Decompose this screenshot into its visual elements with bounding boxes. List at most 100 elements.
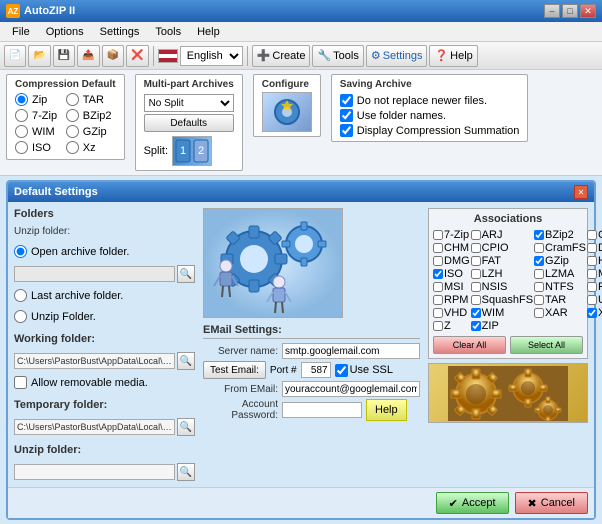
accept-button[interactable]: ✔ Accept	[436, 492, 509, 514]
menu-settings[interactable]: Settings	[92, 24, 148, 40]
assoc-item-squashfs: SquashFS	[471, 294, 533, 306]
temp-label: Temporary folder:	[14, 399, 195, 411]
app-title: AutoZIP II	[24, 5, 75, 17]
dialog-close-button[interactable]: ✕	[574, 185, 588, 199]
associations-buttons: Clear All Select All	[433, 336, 583, 354]
tools-button[interactable]: 🔧 Tools	[312, 45, 363, 67]
assoc-label-iso: ISO	[444, 268, 463, 280]
split-select[interactable]: No Split	[144, 94, 234, 112]
from-input[interactable]	[282, 381, 420, 397]
unzip-browse[interactable]: 🔍	[177, 463, 195, 481]
assoc-checkbox-deb[interactable]	[587, 243, 597, 253]
assoc-checkbox-z[interactable]	[433, 321, 443, 331]
assoc-checkbox-msi[interactable]	[433, 282, 443, 292]
working-path-input[interactable]	[14, 353, 175, 369]
assoc-label-udf: UDF	[598, 294, 602, 306]
clear-all-button[interactable]: Clear All	[433, 336, 506, 354]
assoc-checkbox-udf[interactable]	[587, 295, 597, 305]
open-archive-browse[interactable]: 🔍	[177, 265, 195, 283]
extract-button[interactable]: 📤	[77, 45, 99, 67]
port-input[interactable]	[301, 362, 331, 378]
new-button[interactable]: 📄	[4, 45, 26, 67]
menu-bar: File Options Settings Tools Help	[0, 22, 602, 42]
assoc-checkbox-cramfs[interactable]	[534, 243, 544, 253]
working-browse[interactable]: 🔍	[177, 352, 195, 370]
assoc-checkbox-tar[interactable]	[534, 295, 544, 305]
use-folder-checkbox[interactable]	[340, 109, 353, 122]
toolbar-separator	[153, 46, 154, 66]
dialog-bottom: ✔ Accept ✖ Cancel	[8, 487, 594, 518]
assoc-checkbox-mbr[interactable]	[587, 269, 597, 279]
temp-path-input[interactable]	[14, 419, 175, 435]
delete-button[interactable]: ❌	[126, 45, 148, 67]
assoc-checkbox-wim[interactable]	[471, 308, 481, 318]
folders-label: Folders	[14, 208, 195, 220]
radio-7zip: 7-Zip	[15, 109, 65, 122]
assoc-checkbox-cpio[interactable]	[471, 243, 481, 253]
menu-file[interactable]: File	[4, 24, 38, 40]
help-button[interactable]: ❓ Help	[429, 45, 477, 67]
assoc-label-ntfs: NTFS	[545, 281, 574, 293]
cancel-button[interactable]: ✖ Cancel	[515, 492, 588, 514]
assoc-checkbox-gzip[interactable]	[534, 256, 544, 266]
menu-options[interactable]: Options	[38, 24, 92, 40]
allow-removable-checkbox[interactable]	[14, 376, 27, 389]
maximize-button[interactable]: □	[562, 4, 578, 18]
compress-button[interactable]: 📦	[102, 45, 124, 67]
assoc-checkbox-ntfs[interactable]	[534, 282, 544, 292]
display-compression-label: Display Compression Summation	[357, 125, 520, 137]
password-input[interactable]	[282, 402, 362, 418]
assoc-item-hfs: HFS	[587, 255, 602, 267]
menu-tools[interactable]: Tools	[147, 24, 189, 40]
server-input[interactable]	[282, 343, 420, 359]
defaults-button[interactable]: Defaults	[144, 114, 234, 132]
assoc-checkbox-bzip2[interactable]	[534, 230, 544, 240]
close-button[interactable]: ✕	[580, 4, 596, 18]
assoc-checkbox-xar[interactable]	[534, 308, 544, 318]
assoc-checkbox-cab[interactable]	[587, 230, 597, 240]
no-replace-checkbox[interactable]	[340, 94, 353, 107]
test-email-button[interactable]: Test Email:	[203, 361, 266, 379]
assoc-label-rpm: RPM	[444, 294, 468, 306]
assoc-item-mbr: MBR	[587, 268, 602, 280]
open-archive-path[interactable]	[14, 266, 175, 282]
svg-text:2: 2	[198, 145, 204, 157]
app-icon: AZ	[6, 4, 20, 18]
assoc-checkbox-zip[interactable]	[471, 321, 481, 331]
create-button[interactable]: ➕ Create	[252, 45, 311, 67]
settings-button[interactable]: ⚙ Settings	[366, 45, 428, 67]
assoc-checkbox-lzma[interactable]	[534, 269, 544, 279]
select-all-button[interactable]: Select All	[510, 336, 583, 354]
assoc-checkbox-lzh[interactable]	[471, 269, 481, 279]
use-ssl-checkbox[interactable]	[335, 364, 348, 377]
unzip-path-input[interactable]	[14, 464, 175, 480]
assoc-checkbox-rar[interactable]	[587, 282, 597, 292]
assoc-label-lzma: LZMA	[545, 268, 574, 280]
assoc-checkbox-dmg[interactable]	[433, 256, 443, 266]
assoc-checkbox-xz[interactable]	[587, 308, 597, 318]
menu-help[interactable]: Help	[189, 24, 228, 40]
assoc-checkbox-rpm[interactable]	[433, 295, 443, 305]
folders-panel: Folders Unzip folder: Open archive folde…	[14, 208, 195, 481]
unzip-path-row: 🔍	[14, 463, 195, 481]
assoc-checkbox-hfs[interactable]	[587, 256, 597, 266]
assoc-checkbox-vhd[interactable]	[433, 308, 443, 318]
assoc-checkbox-arj[interactable]	[471, 230, 481, 240]
assoc-checkbox-squashfs[interactable]	[471, 295, 481, 305]
language-select[interactable]: English	[180, 46, 243, 66]
assoc-checkbox-chm[interactable]	[433, 243, 443, 253]
email-help-button[interactable]: Help	[366, 399, 407, 421]
assoc-checkbox-7-zip[interactable]	[433, 230, 443, 240]
assoc-checkbox-iso[interactable]	[433, 269, 443, 279]
temp-browse[interactable]: 🔍	[177, 418, 195, 436]
minimize-button[interactable]: –	[544, 4, 560, 18]
assoc-checkbox-nsis[interactable]	[471, 282, 481, 292]
settings-icon: ⚙	[371, 49, 381, 62]
gear-image	[203, 208, 343, 318]
assoc-checkbox-fat[interactable]	[471, 256, 481, 266]
open-button[interactable]: 📂	[28, 45, 50, 67]
assoc-label-cab: CAB	[598, 229, 602, 241]
assoc-label-cpio: CPIO	[482, 242, 509, 254]
save-button[interactable]: 💾	[53, 45, 75, 67]
display-compression-checkbox[interactable]	[340, 124, 353, 137]
